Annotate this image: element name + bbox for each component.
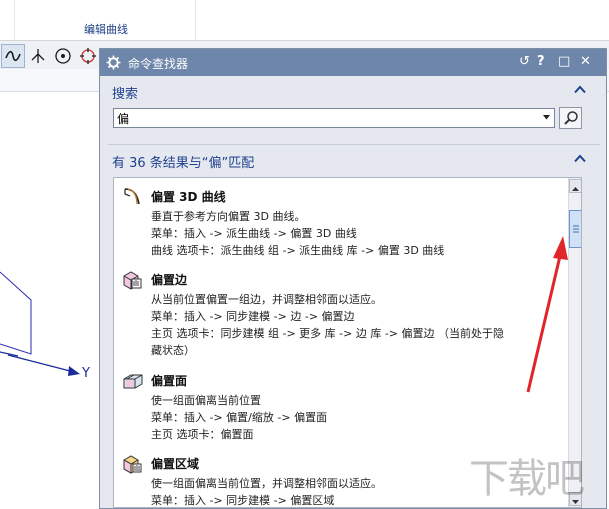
results-section-header[interactable]: 有 36 条结果与“偏”匹配 [100,147,606,173]
search-section-label: 搜索 [112,87,139,102]
list-item[interactable]: 偏置边 从当前位置偏置一组边，并调整相邻面以适应。 菜单：插入 -> 同步建模 … [114,269,564,361]
close-button[interactable]: ✕ [580,54,591,70]
list-item[interactable]: 偏置面 使一组面偏离当前位置 菜单：插入 -> 偏置/缩放 -> 偏置面 主页 … [114,370,564,444]
result-name: 偏置面 [151,374,188,388]
results-summary: 有 36 条结果与“偏”匹配 [112,156,255,171]
result-name: 偏置区域 [151,457,200,471]
result-ribbon-path: 主页 选项卡：同步建模 组 -> 更多 库 -> 边 库 -> 偏置边 （当前处… [151,327,505,340]
offset-edge-icon [123,271,142,290]
grip-icon [573,225,579,233]
result-ribbon-path-cont: 藏状态） [151,344,195,357]
dialog-title-bar[interactable]: 命令查找器 ↺ ? □ ✕ [100,49,606,76]
axis-triad [0,271,80,376]
search-combobox[interactable] [113,108,555,128]
list-item[interactable]: 偏置 3D 曲线 垂直于参考方向偏置 3D 曲线。 菜单：插入 -> 派生曲线 … [114,186,564,260]
collapse-caret-icon[interactable] [574,85,586,94]
search-input[interactable] [117,110,527,126]
chevron-down-icon[interactable] [542,113,551,122]
result-description: 从当前位置偏置一组边，并调整相邻面以适应。 [151,293,382,306]
maximize-button[interactable]: □ [558,54,570,70]
result-description: 垂直于参考方向偏置 3D 曲线。 [151,210,306,223]
command-finder-dialog: 命令查找器 ↺ ? □ ✕ 搜索 有 36 条结果与“偏”匹配 偏置 3D 曲线… [99,48,607,509]
scroll-up-button[interactable] [569,179,581,193]
offset-region-icon [123,455,142,474]
result-ribbon-path: 主页 选项卡：偏置面 [151,428,254,441]
ribbon-divider [195,0,196,40]
reset-button[interactable]: ↺ [519,54,530,70]
scroll-thumb[interactable] [569,210,581,248]
watermark-logo: 下载吧 [469,456,585,502]
result-menu-path: 菜单：插入 -> 偏置/缩放 -> 偏置面 [151,411,328,424]
result-description: 使一组面偏离当前位置，并调整相邻面以适应。 [151,477,382,490]
result-menu-path: 菜单：插入 -> 同步建模 -> 边 -> 偏置边 [151,310,355,323]
result-description: 使一组面偏离当前位置 [151,394,261,407]
y-axis-label: Y [82,366,90,381]
help-button[interactable]: ? [537,54,545,70]
dialog-title: 命令查找器 [128,57,189,71]
offset-3d-curve-icon [124,188,140,205]
collapse-caret-icon[interactable] [574,154,586,163]
section-divider [108,144,600,145]
gear-icon [106,55,121,70]
chevron-up-icon [572,187,579,191]
result-menu-path: 菜单：插入 -> 同步建模 -> 偏置区域 [151,494,335,507]
search-button[interactable] [559,107,582,129]
result-name: 偏置边 [151,273,188,287]
offset-face-icon [123,374,143,389]
result-ribbon-path: 曲线 选项卡：派生曲线 组 -> 派生曲线 库 -> 偏置 3D 曲线 [151,244,445,257]
search-section-header[interactable]: 搜索 [100,78,606,104]
result-menu-path: 菜单：插入 -> 派生曲线 -> 偏置 3D 曲线 [151,227,357,240]
result-name: 偏置 3D 曲线 [151,190,226,204]
search-icon [564,111,578,125]
